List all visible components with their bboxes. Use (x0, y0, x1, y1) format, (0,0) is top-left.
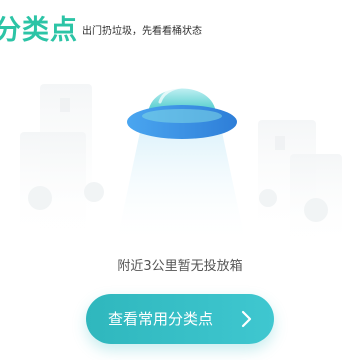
page-subtitle: 出门扔垃圾，先看看桶状态 (82, 26, 202, 37)
screen: 分类点 出门扔垃圾，先看看桶状态 附近3公里暂无投放箱 查看常用分类点 (0, 0, 360, 360)
page-title: 分类点 (0, 15, 78, 46)
view-common-points-button[interactable]: 查看常用分类点 (86, 294, 274, 344)
ufo-beam (116, 132, 246, 245)
header: 分类点 出门扔垃圾，先看看桶状态 (0, 14, 360, 48)
ufo-empty-icon (20, 84, 342, 250)
view-common-points-label: 查看常用分类点 (108, 310, 214, 328)
chevron-right-icon (241, 310, 252, 328)
empty-state-message: 附近3公里暂无投放箱 (117, 259, 243, 274)
